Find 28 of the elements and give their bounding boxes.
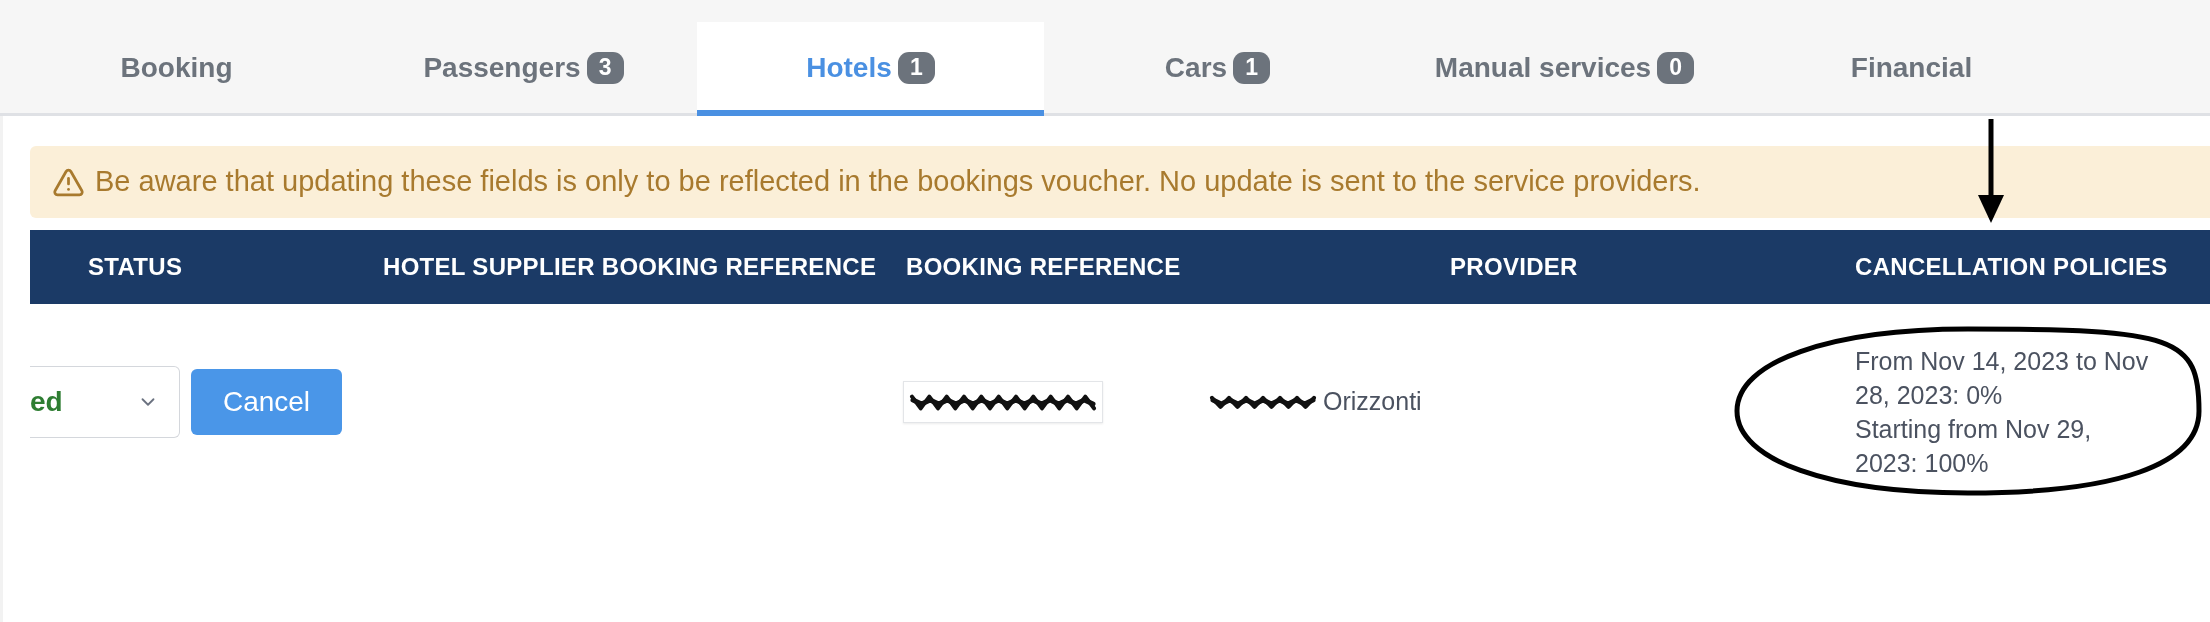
tab[interactable]: Manual services 0 [1391, 22, 1738, 113]
count-badge: 1 [1233, 51, 1271, 84]
tab-label: Hotels [806, 50, 892, 85]
tab[interactable]: Hotels 1 [697, 22, 1044, 116]
tab-label: Manual services [1434, 50, 1652, 85]
cancellation-policy-text: From Nov 14, 2023 to Nov 28, 2023: 0% [1855, 346, 2150, 411]
tab-label: Booking [120, 50, 233, 85]
column-header: STATUS [88, 253, 183, 280]
column-header: HOTEL SUPPLIER BOOKING REFERENCE [383, 253, 877, 280]
cancel-button[interactable]: Cancel [191, 369, 342, 435]
warning-text: Be aware that updating these fields is only to be reflected in the bookings voucher. No update is sent to the service providers. [95, 164, 1701, 200]
tab-label: Cars [1164, 50, 1228, 85]
tab[interactable]: Passengers 3 [350, 22, 697, 113]
count-badge: 0 [1657, 51, 1695, 84]
booking-reference-field[interactable] [903, 381, 1103, 423]
tab-label: Passengers [423, 50, 581, 85]
column-header: CANCELLATION POLICIES [1855, 253, 2168, 280]
column-header: BOOKING REFERENCE [906, 253, 1181, 280]
provider-name: Orizzonti [1323, 386, 1422, 418]
tab[interactable]: Cars 1 [1044, 22, 1391, 113]
status-select[interactable]: ed [30, 366, 180, 438]
count-badge: 3 [586, 51, 624, 84]
count-badge: 1 [897, 51, 935, 84]
cancellation-policy-text: Starting from Nov 29, 2023: 100% [1855, 414, 2093, 479]
tab-label: Financial [1850, 50, 1973, 85]
column-header: PROVIDER [1450, 253, 1578, 280]
tab[interactable]: Booking [3, 22, 350, 113]
tab[interactable]: Financial [1738, 22, 2085, 113]
